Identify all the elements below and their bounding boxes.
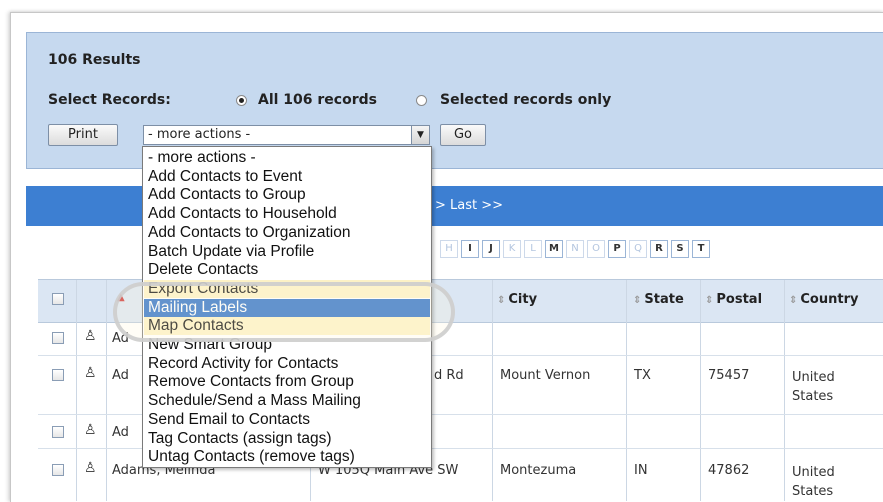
row-checkbox[interactable] bbox=[52, 464, 64, 476]
column-header-city[interactable]: ⇕ City bbox=[497, 292, 537, 307]
print-button[interactable]: Print bbox=[48, 124, 118, 146]
alphabet-filter-n[interactable]: N bbox=[566, 240, 584, 258]
menu-option[interactable]: Schedule/Send a Mass Mailing bbox=[144, 392, 430, 410]
menu-option[interactable]: Remove Contacts from Group bbox=[144, 373, 430, 391]
contact-icon: ♙ bbox=[84, 365, 97, 381]
contact-icon: ♙ bbox=[84, 460, 97, 476]
go-button[interactable]: Go bbox=[440, 124, 486, 146]
pager-last-link[interactable]: > Last >> bbox=[435, 198, 503, 213]
contact-city: Mount Vernon bbox=[500, 368, 591, 383]
select-records-label: Select Records: bbox=[48, 92, 171, 108]
results-count: 106 Results bbox=[48, 52, 141, 68]
menu-option[interactable]: Add Contacts to Group bbox=[144, 186, 430, 204]
contact-name[interactable]: Ad bbox=[112, 425, 129, 440]
column-header-postal[interactable]: ⇕ Postal bbox=[705, 292, 762, 307]
column-divider bbox=[784, 280, 785, 501]
sort-icon: ⇕ bbox=[497, 295, 506, 306]
alphabet-filter-m[interactable]: M bbox=[545, 240, 563, 258]
row-checkbox[interactable] bbox=[52, 426, 64, 438]
all-records-radio[interactable] bbox=[236, 95, 247, 106]
contact-city: Montezuma bbox=[500, 463, 577, 478]
contact-name[interactable]: Ad bbox=[112, 368, 129, 383]
alphabet-filter-k[interactable]: K bbox=[503, 240, 521, 258]
contact-country: United States bbox=[792, 370, 835, 404]
select-all-checkbox[interactable] bbox=[52, 293, 64, 305]
column-divider bbox=[700, 280, 701, 501]
chevron-down-icon[interactable]: ▼ bbox=[411, 126, 429, 144]
highlight-callout bbox=[113, 282, 455, 342]
alphabet-filter-l[interactable]: L bbox=[524, 240, 542, 258]
contact-postal: 75457 bbox=[708, 368, 750, 383]
alphabet-filter-q[interactable]: Q bbox=[629, 240, 647, 258]
alphabet-filter-p[interactable]: P bbox=[608, 240, 626, 258]
all-records-label: All 106 records bbox=[258, 92, 377, 108]
column-header-state[interactable]: ⇕ State bbox=[633, 292, 684, 307]
column-header-country[interactable]: ⇕ Country bbox=[789, 292, 858, 307]
alphabet-filter-i[interactable]: I bbox=[461, 240, 479, 258]
more-actions-value: - more actions - bbox=[148, 127, 251, 142]
menu-option[interactable]: Record Activity for Contacts bbox=[144, 355, 430, 373]
column-divider bbox=[626, 280, 627, 501]
alphabet-filter-t[interactable]: T bbox=[692, 240, 710, 258]
column-divider bbox=[76, 280, 77, 501]
contact-country: United States bbox=[792, 465, 835, 499]
menu-option[interactable]: Send Email to Contacts bbox=[144, 411, 430, 429]
contact-state: IN bbox=[634, 463, 648, 478]
menu-option[interactable]: Add Contacts to Event bbox=[144, 168, 430, 186]
sort-icon: ⇕ bbox=[789, 295, 798, 306]
selected-records-label: Selected records only bbox=[440, 92, 612, 108]
contact-icon: ♙ bbox=[84, 328, 97, 344]
selected-records-radio[interactable] bbox=[416, 95, 427, 106]
menu-option[interactable]: Delete Contacts bbox=[144, 261, 430, 279]
contact-address: d Rd bbox=[434, 368, 464, 383]
sort-icon: ⇕ bbox=[633, 295, 642, 306]
contact-icon: ♙ bbox=[84, 422, 97, 438]
menu-option[interactable]: Add Contacts to Organization bbox=[144, 224, 430, 242]
column-divider bbox=[106, 280, 107, 501]
menu-option[interactable]: Add Contacts to Household bbox=[144, 205, 430, 223]
menu-option[interactable]: Tag Contacts (assign tags) bbox=[144, 430, 430, 448]
alphabet-filter-s[interactable]: S bbox=[671, 240, 689, 258]
menu-option[interactable]: Untag Contacts (remove tags) bbox=[144, 448, 430, 466]
row-checkbox[interactable] bbox=[52, 369, 64, 381]
column-divider bbox=[492, 280, 493, 501]
more-actions-select[interactable]: - more actions - ▼ bbox=[143, 125, 430, 145]
alphabet-filter-j[interactable]: J bbox=[482, 240, 500, 258]
alphabet-filter-r[interactable]: R bbox=[650, 240, 668, 258]
menu-option[interactable]: Batch Update via Profile bbox=[144, 243, 430, 261]
menu-option[interactable]: - more actions - bbox=[144, 149, 430, 167]
row-checkbox[interactable] bbox=[52, 332, 64, 344]
sort-icon: ⇕ bbox=[705, 295, 714, 306]
contact-state: TX bbox=[634, 368, 651, 383]
alphabet-filter-o[interactable]: O bbox=[587, 240, 605, 258]
contact-postal: 47862 bbox=[708, 463, 750, 478]
alphabet-filter-h[interactable]: H bbox=[440, 240, 458, 258]
